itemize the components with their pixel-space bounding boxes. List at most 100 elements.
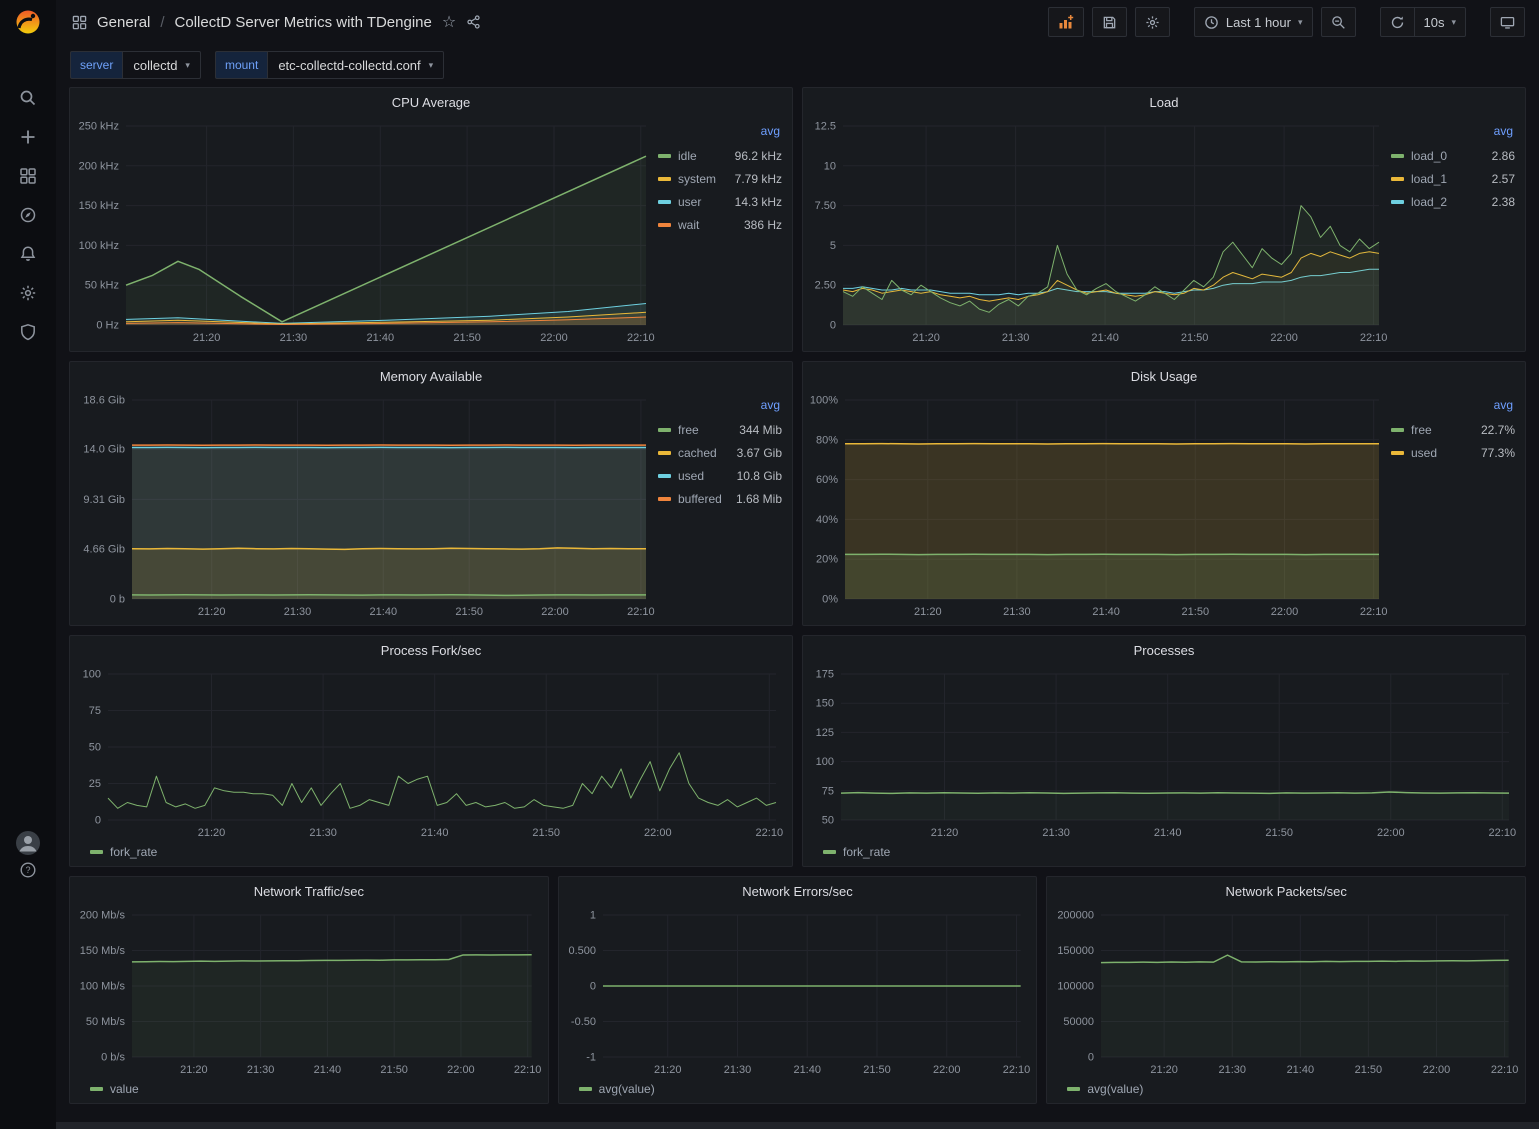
user-avatar[interactable]	[15, 830, 41, 848]
processes-chart[interactable]: 507510012515017521:2021:3021:4021:5022:0…	[807, 664, 1519, 842]
series-color-swatch	[658, 154, 671, 158]
series-color-swatch	[658, 497, 671, 501]
svg-text:21:30: 21:30	[280, 332, 308, 344]
panel-title[interactable]: CPU Average	[70, 88, 792, 116]
star-icon[interactable]: ☆	[442, 12, 456, 32]
panel-title[interactable]: Process Fork/sec	[70, 636, 792, 664]
panel-network-errors: Network Errors/sec -1-0.5000.500121:2021…	[558, 876, 1038, 1104]
svg-text:50 kHz: 50 kHz	[85, 280, 119, 292]
add-panel-button[interactable]	[1048, 7, 1084, 37]
panel-title[interactable]: Memory Available	[70, 362, 792, 390]
panel-title[interactable]: Network Packets/sec	[1047, 877, 1525, 905]
legend-item: buffered1.68 Mib	[658, 487, 782, 510]
series-name[interactable]: idle	[678, 149, 697, 163]
network-packets-chart[interactable]: 05000010000015000020000021:2021:3021:402…	[1051, 905, 1519, 1079]
share-icon[interactable]	[466, 14, 481, 30]
series-name[interactable]: wait	[678, 218, 699, 232]
refresh-interval-picker[interactable]: 10s ▾	[1415, 7, 1467, 37]
svg-text:100: 100	[816, 756, 834, 768]
svg-text:22:00: 22:00	[1271, 606, 1299, 618]
dashboard-settings-button[interactable]	[1135, 7, 1170, 37]
series-name[interactable]: value	[110, 1082, 139, 1096]
explore-compass-icon[interactable]	[19, 206, 37, 224]
svg-text:21:40: 21:40	[1091, 332, 1119, 344]
breadcrumb-section[interactable]: General	[97, 14, 150, 31]
save-dashboard-button[interactable]	[1092, 7, 1127, 37]
panel-title[interactable]: Processes	[803, 636, 1525, 664]
series-name[interactable]: fork_rate	[110, 845, 157, 859]
series-color-swatch	[90, 850, 103, 854]
refresh-button[interactable]	[1380, 7, 1415, 37]
series-name[interactable]: load_0	[1411, 149, 1447, 163]
svg-text:0 b/s: 0 b/s	[101, 1051, 125, 1063]
network-errors-chart[interactable]: -1-0.5000.500121:2021:3021:4021:5022:002…	[563, 905, 1031, 1079]
legend-avg-header[interactable]: avg	[1391, 398, 1515, 418]
network-traffic-chart[interactable]: 0 b/s50 Mb/s100 Mb/s150 Mb/s200 Mb/s21:2…	[74, 905, 542, 1079]
panel-title[interactable]: Disk Usage	[803, 362, 1525, 390]
svg-text:1: 1	[590, 910, 596, 922]
search-icon[interactable]	[19, 89, 37, 107]
series-name[interactable]: avg(value)	[599, 1082, 655, 1096]
configuration-gear-icon[interactable]	[19, 284, 37, 302]
legend-item: fork_rate	[823, 842, 890, 862]
svg-text:12.5: 12.5	[815, 121, 836, 133]
zoom-out-button[interactable]	[1321, 7, 1356, 37]
svg-text:21:20: 21:20	[914, 606, 942, 618]
variable-value-server[interactable]: collectd ▾	[122, 51, 201, 79]
alerting-bell-icon[interactable]	[19, 245, 37, 263]
legend-avg-header[interactable]: avg	[658, 398, 782, 418]
series-name[interactable]: load_2	[1411, 195, 1447, 209]
series-name[interactable]: used	[1411, 446, 1437, 460]
panel-legend: avgfree22.7%used77.3%	[1389, 390, 1519, 621]
svg-text:0: 0	[95, 815, 101, 827]
panel-title[interactable]: Network Errors/sec	[559, 877, 1037, 905]
series-name[interactable]: cached	[678, 446, 717, 460]
svg-text:150 kHz: 150 kHz	[79, 200, 119, 212]
panel-title[interactable]: Load	[803, 88, 1525, 116]
variable-value-mount[interactable]: etc-collectd-collectd.conf ▾	[267, 51, 444, 79]
grafana-logo[interactable]	[13, 7, 43, 37]
dashboard-grid-icon	[72, 15, 87, 30]
series-color-swatch	[658, 428, 671, 432]
help-icon[interactable]: ?	[19, 861, 37, 879]
svg-text:21:50: 21:50	[1355, 1064, 1383, 1076]
series-color-swatch	[1391, 177, 1404, 181]
load-chart[interactable]: 02.5057.501012.521:2021:3021:4021:5022:0…	[807, 116, 1389, 347]
series-name[interactable]: load_1	[1411, 172, 1447, 186]
svg-text:22:10: 22:10	[627, 606, 655, 618]
legend-avg-header[interactable]: avg	[1391, 124, 1515, 144]
series-name[interactable]: user	[678, 195, 701, 209]
horizontal-scrollbar[interactable]	[56, 1122, 1539, 1129]
series-color-swatch	[1391, 200, 1404, 204]
server-admin-shield-icon[interactable]	[19, 323, 37, 341]
panel-load: Load 02.5057.501012.521:2021:3021:4021:5…	[802, 87, 1526, 352]
svg-text:21:40: 21:40	[1154, 827, 1182, 839]
series-name[interactable]: system	[678, 172, 716, 186]
series-name[interactable]: fork_rate	[843, 845, 890, 859]
svg-text:175: 175	[816, 669, 834, 681]
series-name[interactable]: free	[1411, 423, 1432, 437]
series-name[interactable]: avg(value)	[1087, 1082, 1143, 1096]
cycle-view-button[interactable]	[1490, 7, 1525, 37]
disk-usage-chart[interactable]: 0%20%40%60%80%100%21:2021:3021:4021:5022…	[807, 390, 1389, 621]
series-avg-value: 2.38	[1492, 195, 1515, 209]
dashboards-icon[interactable]	[19, 167, 37, 185]
series-color-swatch	[823, 850, 836, 854]
time-range-picker[interactable]: Last 1 hour ▾	[1194, 7, 1313, 37]
memory-available-chart[interactable]: 0 b4.66 Gib9.31 Gib14.0 Gib18.6 Gib21:20…	[74, 390, 656, 621]
svg-text:150000: 150000	[1058, 945, 1095, 957]
svg-text:22:00: 22:00	[1270, 332, 1298, 344]
series-name[interactable]: used	[678, 469, 704, 483]
legend-item: used10.8 Gib	[658, 464, 782, 487]
process-fork-chart[interactable]: 025507510021:2021:3021:4021:5022:0022:10	[74, 664, 786, 842]
panel-memory-available: Memory Available 0 b4.66 Gib9.31 Gib14.0…	[69, 361, 793, 626]
cpu-average-chart[interactable]: 0 Hz50 kHz100 kHz150 kHz200 kHz250 kHz21…	[74, 116, 656, 347]
left-sidebar: ?	[0, 0, 56, 1129]
legend-avg-header[interactable]: avg	[658, 124, 782, 144]
create-plus-icon[interactable]	[19, 128, 37, 146]
breadcrumb-title[interactable]: CollectD Server Metrics with TDengine	[175, 14, 432, 31]
panel-title[interactable]: Network Traffic/sec	[70, 877, 548, 905]
series-name[interactable]: free	[678, 423, 699, 437]
series-name[interactable]: buffered	[678, 492, 722, 506]
svg-text:21:30: 21:30	[723, 1064, 751, 1076]
